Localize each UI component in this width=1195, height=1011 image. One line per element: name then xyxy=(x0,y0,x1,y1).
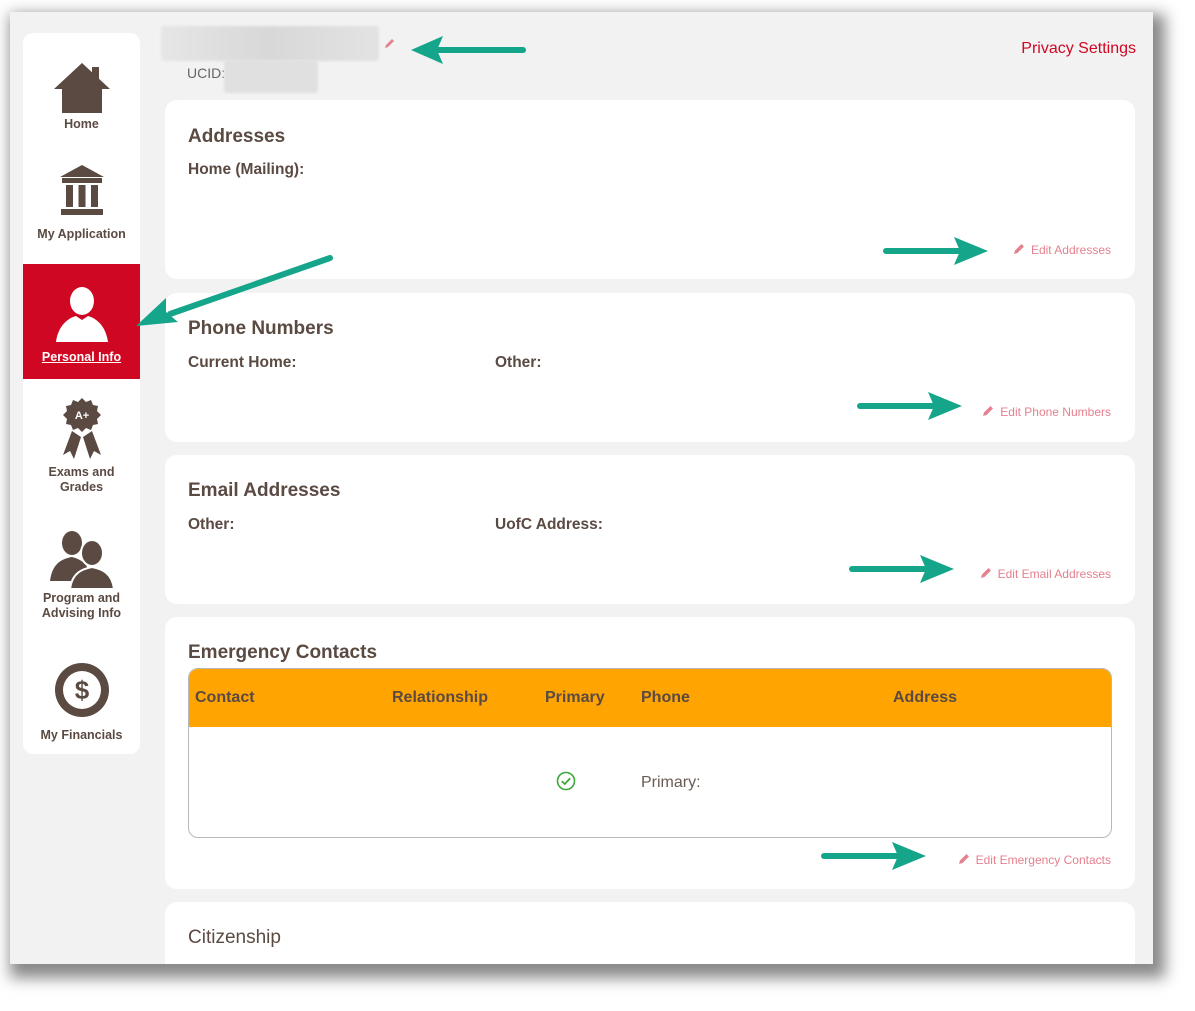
sidebar-item-label: My Financials xyxy=(40,728,123,742)
annotation-arrow-personal-info xyxy=(136,255,333,326)
annotation-arrow-edit-phones xyxy=(857,392,962,420)
edit-phone-numbers-label: Edit Phone Numbers xyxy=(1000,405,1111,419)
emergency-contacts-table: Contact Relationship Primary Phone Addre… xyxy=(188,668,1112,838)
sidebar-item-my-financials[interactable]: $ My Financials xyxy=(23,644,140,754)
phone-primary-label: Primary: xyxy=(641,774,701,791)
award-ribbon-icon: A+ xyxy=(62,398,101,459)
column-header-address: Address xyxy=(893,689,958,706)
sidebar-nav: Home My Application Personal Info A+ Exa… xyxy=(23,33,140,754)
pencil-icon xyxy=(958,854,969,864)
person-icon xyxy=(55,287,108,342)
sidebar-item-label: Exams and Grades xyxy=(48,465,115,494)
home-icon xyxy=(53,63,110,113)
column-header-primary: Primary xyxy=(545,689,605,706)
uofc-address-label: UofC Address: xyxy=(495,516,603,533)
sidebar-item-exams-grades[interactable]: A+ Exams and Grades xyxy=(23,379,140,509)
sidebar-item-label: Personal Info xyxy=(41,350,122,364)
column-header-relationship: Relationship xyxy=(392,689,489,706)
current-home-label: Current Home: xyxy=(188,354,297,371)
sidebar-item-program-advising[interactable]: Program and Advising Info xyxy=(23,509,140,644)
emergency-contacts-title: Emergency Contacts xyxy=(188,642,378,663)
page-frame: Home My Application Personal Info A+ Exa… xyxy=(10,12,1153,964)
email-addresses-card: Email Addresses Other: UofC Address: Edi… xyxy=(165,455,1135,604)
svg-text:$: $ xyxy=(74,675,89,705)
advisors-icon xyxy=(49,531,114,589)
pencil-icon xyxy=(983,406,994,416)
annotation-arrow-edit-emergency xyxy=(821,842,926,870)
edit-emergency-contacts-link[interactable]: Edit Emergency Contacts xyxy=(958,853,1111,867)
badge-text: A+ xyxy=(74,410,88,422)
annotation-arrow-edit-addresses xyxy=(883,237,988,265)
column-header-contact: Contact xyxy=(195,689,255,706)
column-header-phone: Phone xyxy=(641,689,690,706)
edit-email-addresses-link[interactable]: Edit Email Addresses xyxy=(980,567,1111,581)
email-addresses-title: Email Addresses xyxy=(188,480,341,501)
annotation-arrow-edit-emails xyxy=(849,555,954,583)
sidebar-item-label: Program and Advising Info xyxy=(41,591,122,620)
primary-check-icon xyxy=(556,771,576,791)
edit-email-addresses-label: Edit Email Addresses xyxy=(997,567,1111,581)
institution-icon xyxy=(59,165,104,215)
edit-phone-numbers-link[interactable]: Edit Phone Numbers xyxy=(982,405,1111,419)
sidebar-item-label: Home xyxy=(64,117,99,131)
privacy-settings-link[interactable]: Privacy Settings xyxy=(1021,40,1136,58)
edit-addresses-label: Edit Addresses xyxy=(1030,243,1111,257)
emergency-contacts-card: Emergency Contacts Contact Relationship … xyxy=(165,617,1135,889)
home-mailing-label: Home (Mailing): xyxy=(188,161,305,178)
sidebar-item-personal-info[interactable]: Personal Info xyxy=(23,264,140,379)
table-header: Contact Relationship Primary Phone Addre… xyxy=(189,669,1111,727)
edit-emergency-contacts-label: Edit Emergency Contacts xyxy=(975,853,1111,867)
sidebar-item-home[interactable]: Home xyxy=(23,33,140,149)
addresses-title: Addresses xyxy=(188,126,286,147)
sidebar-item-my-application[interactable]: My Application xyxy=(23,149,140,264)
ucid-label: UCID: xyxy=(187,65,226,81)
email-other-label: Other: xyxy=(188,516,235,533)
dollar-coin-icon: $ xyxy=(54,663,109,717)
citizenship-title: Citizenship xyxy=(188,927,281,948)
ucid-value-redacted xyxy=(224,60,318,93)
citizenship-card: Citizenship xyxy=(165,902,1135,964)
annotation-arrow-name xyxy=(411,36,526,64)
phone-other-label: Other: xyxy=(495,354,542,371)
edit-addresses-link[interactable]: Edit Addresses xyxy=(1013,243,1111,257)
student-name-redacted xyxy=(161,26,379,61)
edit-name-pencil-icon[interactable] xyxy=(383,38,395,50)
sidebar-item-label: My Application xyxy=(37,227,126,241)
pencil-icon xyxy=(980,568,991,578)
pencil-icon xyxy=(1013,244,1024,254)
